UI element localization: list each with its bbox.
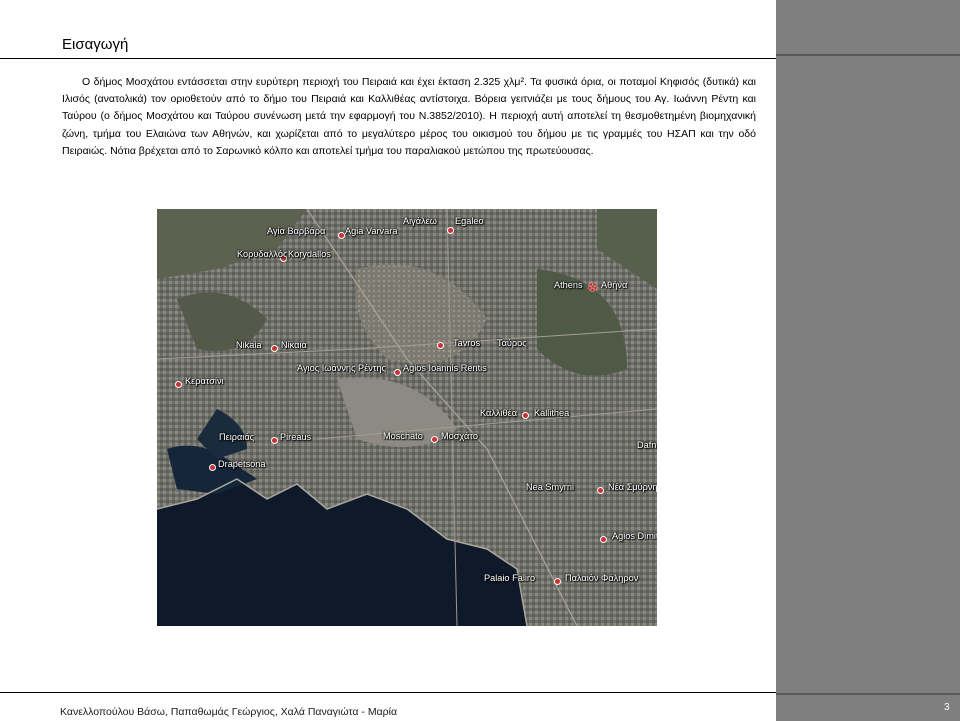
map-label-nea-smyrni-gr: Νέα Σμύρνη xyxy=(608,482,657,492)
map-label-rentis-gr: Άγιος Ιωάννης Ρέντης xyxy=(297,363,386,373)
map-label-piraeus-gr: Πειραιάς xyxy=(219,432,255,442)
map-label-kallithea-en: Kallithea xyxy=(534,408,570,418)
map-label-athens-en: Athens xyxy=(554,280,583,290)
map-label-agios-dimitrios: Agios Dimitrios xyxy=(612,531,657,541)
location-pin-icon xyxy=(271,345,278,352)
sidebar-divider-bottom xyxy=(776,693,960,695)
map-terrain xyxy=(157,209,657,626)
footer-authors: Κανελλοπούλου Βάσω, Παπαθωμάς Γεώργιος, … xyxy=(60,706,398,718)
location-pin-icon xyxy=(597,487,604,494)
page-number: 3 xyxy=(944,702,950,713)
map-label-palaio-faliro-en: Palaio Faliro xyxy=(484,573,536,583)
intro-paragraph: Ο δήμος Μοσχάτου εντάσσεται στην ευρύτερ… xyxy=(62,76,756,157)
map-label-aigaleo: Αιγάλεω xyxy=(403,216,437,226)
sidebar-divider-top xyxy=(776,54,960,56)
map-label-agia-varvara-en: Agia Varvara xyxy=(345,226,398,236)
map-label-keratsini: Κερατσίνι xyxy=(185,376,224,386)
capital-star-icon: ✪ xyxy=(588,282,598,294)
location-pin-icon xyxy=(431,436,438,443)
map-label-nikaia-en: Nikaia xyxy=(236,340,262,350)
map-label-moschato-en: Moschato xyxy=(383,431,423,441)
map-label-athens-gr: Αθήνα xyxy=(601,280,628,290)
map-label-drapetsona: Drapetsona xyxy=(218,459,266,469)
map-label-korydallos-gr: Κορυδαλλός xyxy=(237,249,288,259)
location-pin-icon xyxy=(437,342,444,349)
map-label-egaleo: Egaleo xyxy=(455,216,484,226)
map-label-tavros-gr: Ταύρος xyxy=(497,338,527,348)
map-label-dafni-partial: Dafn xyxy=(637,440,657,450)
location-pin-icon xyxy=(522,412,529,419)
map-label-piraeus-en: Pireaus xyxy=(280,432,312,442)
map-label-kallithea-gr: Καλλιθέα xyxy=(480,408,518,418)
footer-divider xyxy=(0,692,776,693)
map-label-rentis-en: Agios Ioannis Rentis xyxy=(403,363,487,373)
location-pin-icon xyxy=(271,437,278,444)
intro-paragraph-container: Ο δήμος Μοσχάτου εντάσσεται στην ευρύτερ… xyxy=(62,74,756,160)
map-label-tavros-en: Tavros xyxy=(453,338,481,348)
map-label-nikaia-gr: Νίκαια xyxy=(281,340,307,350)
satellite-map: ✪ Αιγάλεω Egaleo Αγία Βαρβάρα Agia Varva… xyxy=(157,209,657,626)
location-pin-icon xyxy=(554,578,561,585)
map-label-agia-varvara-gr: Αγία Βαρβάρα xyxy=(267,226,326,236)
location-pin-icon xyxy=(447,227,454,234)
location-pin-icon xyxy=(209,464,216,471)
location-pin-icon xyxy=(600,536,607,543)
map-label-korydallos-en: Korydallos xyxy=(288,249,331,259)
page-title: Εισαγωγή xyxy=(62,36,129,53)
location-pin-icon xyxy=(394,369,401,376)
decorative-sidebar xyxy=(776,0,960,721)
location-pin-icon xyxy=(175,381,182,388)
location-pin-icon xyxy=(338,232,345,239)
map-label-moschato-gr: Μοσχάτο xyxy=(441,431,478,441)
map-label-palaio-faliro-gr: Παλαιόν Φάληρον xyxy=(565,573,639,583)
map-label-nea-smyrni-en: Nea Smyrni xyxy=(526,482,574,492)
title-divider xyxy=(0,58,776,59)
